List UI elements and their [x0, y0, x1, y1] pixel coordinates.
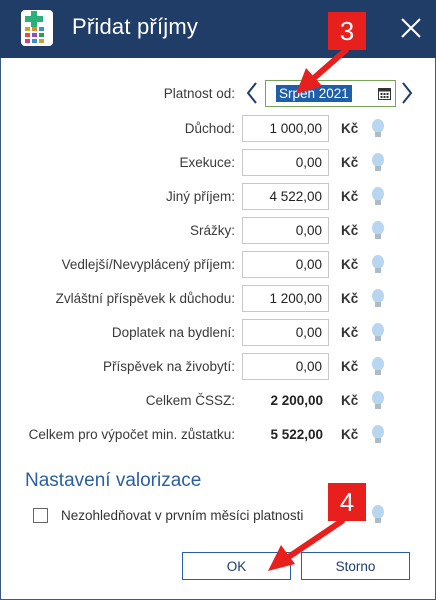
- currency-label: Kč: [341, 257, 359, 272]
- field-row-zvlastni-prispevek: Zvláštní příspěvek k důchodu: 1 200,00 K…: [0, 285, 436, 313]
- currency-label: Kč: [341, 121, 359, 136]
- lightbulb-icon[interactable]: [369, 220, 387, 242]
- close-icon[interactable]: [397, 14, 425, 42]
- lightbulb-icon[interactable]: [369, 322, 387, 344]
- chevron-left-icon[interactable]: [244, 80, 260, 106]
- amount-input[interactable]: 1 200,00: [242, 285, 329, 312]
- amount-input[interactable]: 0,00: [242, 353, 329, 380]
- lightbulb-icon[interactable]: [369, 254, 387, 276]
- amount-input[interactable]: 4 522,00: [242, 183, 329, 210]
- lightbulb-icon[interactable]: [369, 186, 387, 208]
- field-label: Srážky:: [189, 223, 235, 238]
- lightbulb-icon[interactable]: [369, 118, 387, 140]
- currency-label: Kč: [341, 427, 359, 442]
- window-title: Přidat příjmy: [72, 14, 199, 39]
- cancel-button[interactable]: Storno: [301, 552, 410, 580]
- total-label: Celkem pro výpočet min. zůstatku:: [28, 427, 235, 442]
- currency-label: Kč: [341, 223, 359, 238]
- lightbulb-icon[interactable]: [369, 390, 387, 412]
- total-value: 2 200,00: [270, 393, 323, 408]
- lightbulb-icon[interactable]: [369, 504, 387, 526]
- lightbulb-icon[interactable]: [369, 152, 387, 174]
- total-label: Celkem ČSSZ:: [145, 393, 235, 408]
- amount-input[interactable]: 0,00: [242, 149, 329, 176]
- currency-label: Kč: [341, 155, 359, 170]
- field-row-vedlejsi-prijem: Vedlejší/Nevyplácený příjem: 0,00 Kč: [0, 251, 436, 279]
- currency-label: Kč: [341, 291, 359, 306]
- field-label: Důchod:: [184, 121, 235, 136]
- annotation-badge-4: 4: [328, 483, 366, 521]
- ok-button[interactable]: OK: [182, 552, 291, 580]
- currency-label: Kč: [341, 393, 359, 408]
- total-row-cssz: Celkem ČSSZ: 2 200,00 Kč: [0, 387, 436, 415]
- lightbulb-icon[interactable]: [369, 424, 387, 446]
- annotation-badge-3: 3: [328, 12, 366, 50]
- amount-input[interactable]: 0,00: [242, 251, 329, 278]
- amount-input[interactable]: 1 000,00: [242, 115, 329, 142]
- valorization-section-title: Nastavení valorizace: [25, 470, 202, 491]
- validity-date-field[interactable]: Srpen 2021: [265, 80, 396, 107]
- currency-label: Kč: [341, 189, 359, 204]
- amount-input[interactable]: 0,00: [242, 319, 329, 346]
- field-label: Příspěvek na živobytí:: [102, 359, 235, 374]
- field-row-srazky: Srážky: 0,00 Kč: [0, 217, 436, 245]
- title-bar: Přidat příjmy: [0, 0, 436, 58]
- validity-date-value: Srpen 2021: [276, 85, 352, 102]
- field-row-prispevek-zivobyti: Příspěvek na živobytí: 0,00 Kč: [0, 353, 436, 381]
- validity-date-label: Platnost od:: [163, 86, 235, 101]
- total-row-min-balance: Celkem pro výpočet min. zůstatku: 5 522,…: [0, 421, 436, 449]
- lightbulb-icon[interactable]: [369, 356, 387, 378]
- currency-label: Kč: [341, 359, 359, 374]
- chevron-right-icon[interactable]: [399, 80, 415, 106]
- ignore-first-month-checkbox[interactable]: [33, 508, 48, 523]
- field-label: Doplatek na bydlení:: [111, 325, 235, 340]
- currency-label: Kč: [341, 325, 359, 340]
- lightbulb-icon[interactable]: [369, 288, 387, 310]
- field-row-exekuce: Exekuce: 0,00 Kč: [0, 149, 436, 177]
- calculator-plus-icon: [21, 10, 53, 46]
- field-row-duchod: Důchod: 1 000,00 Kč: [0, 115, 436, 143]
- field-label: Zvláštní příspěvek k důchodu:: [55, 291, 235, 306]
- ignore-first-month-label[interactable]: Nezohledňovat v prvním měsíci platnosti: [61, 508, 303, 523]
- field-row-jiny-prijem: Jiný příjem: 4 522,00 Kč: [0, 183, 436, 211]
- total-value: 5 522,00: [270, 427, 323, 442]
- field-label: Vedlejší/Nevyplácený příjem:: [61, 257, 235, 272]
- field-label: Exekuce:: [179, 155, 235, 170]
- calendar-icon[interactable]: [378, 87, 391, 100]
- field-row-doplatek-bydleni: Doplatek na bydlení: 0,00 Kč: [0, 319, 436, 347]
- field-label: Jiný příjem:: [165, 189, 235, 204]
- amount-input[interactable]: 0,00: [242, 217, 329, 244]
